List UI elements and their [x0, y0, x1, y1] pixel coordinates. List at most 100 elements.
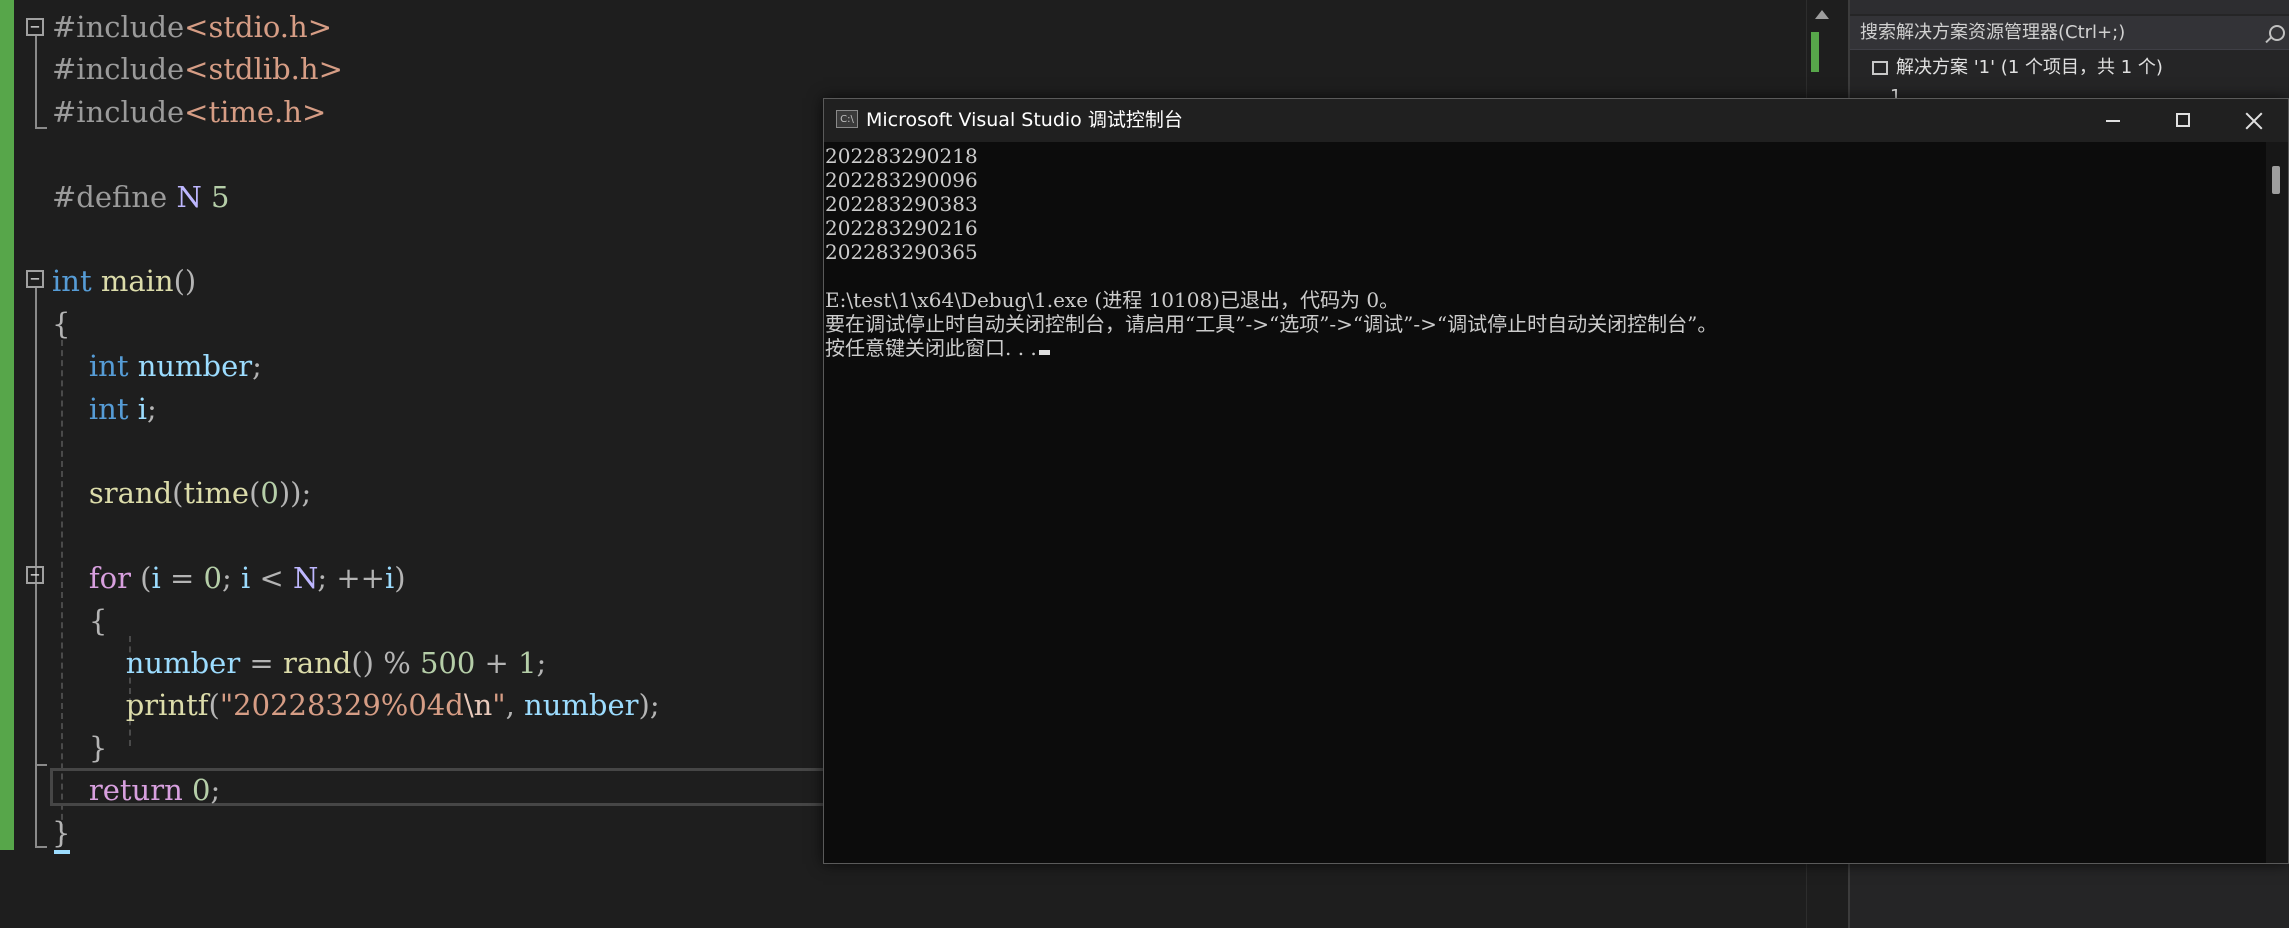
outline-line-end — [35, 764, 47, 766]
code-token: = — [240, 646, 283, 680]
code-token: \n — [463, 688, 493, 723]
code-line[interactable]: #include<stdio.h> — [52, 6, 332, 48]
code-line[interactable]: srand(time(0)); — [52, 472, 311, 514]
code-token: srand — [52, 476, 173, 511]
code-token: i — [240, 561, 251, 596]
code-line[interactable]: int i; — [52, 388, 157, 430]
outline-line — [35, 36, 37, 128]
code-token: " — [492, 688, 506, 723]
code-token: () — [173, 264, 197, 299]
solution-icon — [1872, 61, 1888, 75]
maximize-button[interactable] — [2148, 99, 2218, 142]
code-token: ( — [249, 476, 261, 511]
search-placeholder: 搜索解决方案资源管理器(Ctrl+;) — [1860, 22, 2126, 43]
code-line[interactable]: number = rand() % 500 + 1; — [52, 642, 547, 684]
close-button[interactable] — [2218, 99, 2288, 142]
code-line[interactable]: #include<time.h> — [52, 91, 326, 133]
code-line[interactable]: } — [52, 812, 70, 854]
collapse-includes-button[interactable]: − — [26, 18, 44, 36]
code-token: 500 — [419, 646, 476, 680]
code-token: < — [250, 561, 293, 596]
code-token: <stdlib.h> — [184, 52, 343, 87]
code-token: } — [52, 730, 108, 765]
code-token: 0 — [192, 773, 211, 808]
code-token: + — [475, 646, 519, 680]
search-icon[interactable] — [2269, 25, 2285, 41]
code-line[interactable]: #define N 5 — [52, 176, 229, 218]
code-token: ; — [146, 391, 157, 426]
code-token: int — [52, 264, 92, 299]
debug-console-window[interactable]: C:\ Microsoft Visual Studio 调试控制台 202283… — [823, 98, 2289, 864]
solution-root-label: 解决方案 '1' (1 个项目，共 1 个) — [1896, 57, 2163, 78]
code-token: 1 — [518, 646, 537, 680]
code-token: i — [151, 561, 161, 596]
console-output[interactable]: 202283290218 202283290096 202283290383 2022… — [824, 142, 2266, 863]
code-line[interactable]: return 0; — [52, 769, 220, 811]
code-token: ( — [208, 688, 220, 723]
code-line[interactable]: printf("20228329%04d\n", number); — [52, 684, 660, 726]
console-output-line: 202283290218 — [825, 144, 978, 168]
code-token: N — [176, 179, 202, 214]
code-token: 0 — [260, 476, 279, 511]
solution-root-node[interactable]: 解决方案 '1' (1 个项目，共 1 个) — [1872, 52, 2163, 84]
console-cursor — [1038, 350, 1050, 355]
code-line[interactable]: int main() — [52, 260, 196, 302]
outline-line-end — [35, 127, 47, 129]
code-token: <stdio.h> — [184, 10, 332, 44]
code-token: , — [505, 688, 525, 723]
collapse-for-button[interactable]: − — [26, 566, 44, 584]
scroll-up-icon[interactable] — [1815, 10, 1829, 19]
outline-line — [35, 584, 37, 764]
console-output-line: E:\test\1\x64\Debug\1.exe (进程 10108)已退出，… — [825, 288, 1400, 312]
code-token: rand — [282, 646, 352, 680]
code-line[interactable]: { — [52, 600, 107, 642]
minimize-icon — [2106, 120, 2120, 122]
code-token: for — [52, 561, 131, 596]
code-token: ; — [221, 561, 241, 596]
console-scroll-thumb[interactable] — [2272, 166, 2280, 194]
code-token: int — [52, 391, 129, 426]
console-output-line: 202283290096 — [825, 168, 978, 192]
code-token: return — [52, 773, 183, 808]
solution-search-input[interactable]: 搜索解决方案资源管理器(Ctrl+;) — [1850, 16, 2289, 50]
solution-explorer-toolbar[interactable] — [1850, 0, 2289, 14]
code-token: { — [52, 306, 71, 341]
console-output-line: 202283290365 — [825, 240, 978, 264]
code-token: 5 — [201, 179, 230, 214]
code-token: time — [183, 476, 250, 511]
code-token: main — [100, 264, 174, 299]
code-token: () % — [351, 646, 420, 680]
code-token: number — [128, 349, 253, 384]
code-token: 0 — [203, 561, 222, 596]
code-token: ( — [172, 476, 184, 511]
console-output-line: 按任意键关闭此窗口. . . — [825, 336, 1050, 360]
code-token: printf — [52, 688, 209, 723]
code-token: ) — [394, 561, 406, 596]
minimize-button[interactable] — [2078, 99, 2148, 142]
code-token: N — [293, 561, 318, 596]
code-token: #include — [52, 94, 185, 129]
code-token: ; — [210, 773, 221, 808]
code-token: i — [128, 391, 147, 426]
code-line[interactable]: #include<stdlib.h> — [52, 48, 343, 90]
console-output-line: 202283290216 — [825, 216, 978, 240]
console-scrollbar[interactable] — [2266, 142, 2288, 863]
outline-line-end — [35, 846, 47, 848]
code-token: ; — [536, 646, 547, 680]
code-token: ( — [130, 561, 152, 596]
code-line[interactable]: } — [52, 727, 107, 769]
maximize-icon — [2176, 113, 2190, 127]
code-line[interactable]: { — [52, 303, 70, 345]
console-app-icon: C:\ — [836, 110, 858, 128]
code-token: i — [384, 561, 395, 596]
code-line[interactable]: for (i = 0; i < N; ++i) — [52, 557, 406, 599]
collapse-main-button[interactable]: − — [26, 270, 44, 288]
code-token: number — [524, 688, 639, 723]
console-title-bar[interactable]: C:\ Microsoft Visual Studio 调试控制台 — [824, 99, 2288, 142]
console-title: Microsoft Visual Studio 调试控制台 — [866, 109, 1183, 131]
scroll-change-marker — [1811, 32, 1819, 72]
code-line[interactable]: int number; — [52, 345, 262, 387]
code-token: <time.h> — [184, 94, 327, 129]
